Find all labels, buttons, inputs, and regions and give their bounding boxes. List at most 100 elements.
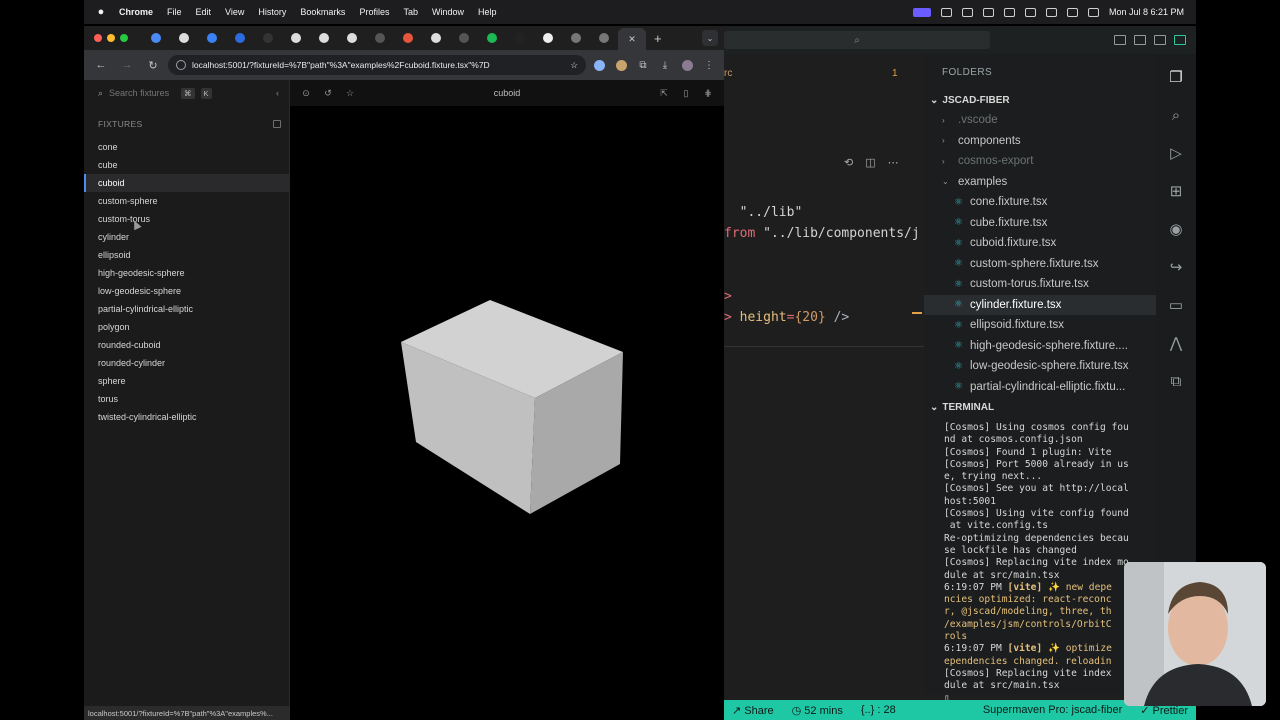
toggle-sidebar-icon[interactable]	[1114, 35, 1126, 45]
bracket-status[interactable]: {..} : 28	[861, 704, 896, 716]
tray-icon[interactable]	[961, 7, 973, 17]
extension-icon[interactable]	[612, 56, 630, 74]
new-tab-button[interactable]: +	[654, 31, 662, 46]
browser-tab[interactable]	[254, 29, 282, 47]
file-item[interactable]: ⚛ custom-torus.fixture.tsx	[924, 274, 1156, 295]
menu-view[interactable]: View	[218, 7, 251, 17]
file-item[interactable]: ⚛ cuboid.fixture.tsx	[924, 233, 1156, 254]
apple-icon[interactable]: ●	[90, 6, 112, 18]
command-center-search[interactable]: ⌕	[724, 31, 990, 49]
fixture-item-cube[interactable]: cube	[84, 156, 289, 174]
menubar-clock[interactable]: Mon Jul 8 6:21 PM	[1109, 7, 1184, 17]
fixture-item-cylinder[interactable]: cylinder	[84, 228, 289, 246]
file-item[interactable]: ⚛ high-geodesic-sphere.fixture....	[924, 336, 1156, 357]
screen-record-icon[interactable]	[912, 7, 931, 17]
toggle-panel-icon[interactable]	[1134, 35, 1146, 45]
fixture-item-partial-cylindrical-elliptic[interactable]: partial-cylindrical-elliptic	[84, 300, 289, 318]
browser-tab[interactable]	[422, 29, 450, 47]
fixture-item-twisted-cylindrical-elliptic[interactable]: twisted-cylindrical-elliptic	[84, 408, 289, 426]
battery-icon[interactable]	[1066, 7, 1078, 17]
address-bar[interactable]: localhost:5001/?fixtureId=%7B"path"%3A"e…	[168, 55, 586, 75]
chat-icon[interactable]: ▭	[1165, 294, 1187, 316]
bookmark-star-icon[interactable]: ☆	[570, 60, 578, 71]
fixture-item-rounded-cylinder[interactable]: rounded-cylinder	[84, 354, 289, 372]
open-external-icon[interactable]: ⇱	[656, 88, 672, 99]
run-debug-icon[interactable]: ▷	[1165, 142, 1187, 164]
search-icon[interactable]: ⌕	[1165, 104, 1187, 126]
bookmark-star-icon[interactable]: ☆	[342, 88, 358, 99]
remote-explorer-icon[interactable]: ⧉	[1165, 370, 1187, 392]
customize-layout-icon[interactable]	[1174, 35, 1186, 45]
collapse-all-icon[interactable]	[273, 120, 281, 128]
browser-tab[interactable]	[170, 29, 198, 47]
browser-tab[interactable]	[142, 29, 170, 47]
home-icon[interactable]: ⊙	[298, 88, 314, 99]
fixture-item-low-geodesic-sphere[interactable]: low-geodesic-sphere	[84, 282, 289, 300]
ai-assistant-icon[interactable]: ⋀	[1165, 332, 1187, 354]
3d-viewport[interactable]	[290, 106, 724, 720]
folder-item[interactable]: › components	[924, 131, 1156, 152]
browser-tab[interactable]	[478, 29, 506, 47]
menu-app-name[interactable]: Chrome	[112, 7, 160, 17]
folder-item[interactable]: ⌄ examples	[924, 172, 1156, 193]
folder-item[interactable]: › cosmos-export	[924, 151, 1156, 172]
root-folder[interactable]: ⌄ JSCAD-FIBER	[924, 90, 1156, 110]
menu-window[interactable]: Window	[425, 7, 471, 17]
extension-icon[interactable]	[590, 56, 608, 74]
reload-button[interactable]: ↻	[142, 54, 164, 76]
tray-icon[interactable]	[1024, 7, 1036, 17]
browser-tab[interactable]	[310, 29, 338, 47]
site-info-icon[interactable]	[176, 60, 186, 70]
file-item[interactable]: ⚛ partial-cylindrical-elliptic.fixtu...	[924, 377, 1156, 398]
file-item[interactable]: ⚛ low-geodesic-sphere.fixture.tsx	[924, 356, 1156, 377]
zoom-window-button[interactable]	[120, 34, 128, 42]
fixture-item-sphere[interactable]: sphere	[84, 372, 289, 390]
terminal-heading[interactable]: ⌄ TERMINAL	[924, 397, 1156, 417]
menu-help[interactable]: Help	[471, 7, 504, 17]
file-item[interactable]: ⚛ ellipsoid.fixture.tsx	[924, 315, 1156, 336]
browser-tab-active[interactable]: ✕	[618, 28, 646, 50]
github-icon[interactable]: ◉	[1165, 218, 1187, 240]
browser-tab[interactable]	[366, 29, 394, 47]
fixture-item-cone[interactable]: cone	[84, 138, 289, 156]
search-icon[interactable]	[1087, 7, 1099, 17]
browser-tab[interactable]	[450, 29, 478, 47]
code-editor[interactable]: rc 1 ⟲ ◫ ⋯ "../lib" from "../lib/componen…	[724, 54, 924, 694]
tray-icon[interactable]	[1003, 7, 1015, 17]
editor-tab-label[interactable]: rc	[724, 68, 732, 79]
address-bar-url[interactable]: localhost:5001/?fixtureId=%7B"path"%3A"e…	[192, 60, 564, 70]
split-editor-icon[interactable]: ◫	[865, 156, 875, 169]
collapse-sidebar-icon[interactable]: ‹	[276, 88, 279, 98]
browser-tab[interactable]	[282, 29, 310, 47]
browser-tab[interactable]	[226, 29, 254, 47]
live-share-status[interactable]: ↗ Share	[732, 704, 774, 717]
menu-edit[interactable]: Edit	[189, 7, 219, 17]
session-timer[interactable]: ◷ 52 mins	[792, 704, 843, 717]
explorer-icon[interactable]: ❐	[1165, 66, 1187, 88]
fixture-item-cuboid[interactable]: cuboid	[84, 174, 289, 192]
forward-button[interactable]: →	[116, 54, 138, 76]
browser-tab[interactable]	[198, 29, 226, 47]
tray-icon[interactable]	[940, 7, 952, 17]
menu-profiles[interactable]: Profiles	[352, 7, 396, 17]
supermaven-status[interactable]: Supermaven Pro: jscad-fiber	[983, 704, 1122, 716]
terminal-output[interactable]: [Cosmos] Using cosmos config fou nd at co…	[924, 417, 1156, 705]
file-item[interactable]: ⚛ cone.fixture.tsx	[924, 192, 1156, 213]
back-button[interactable]: ←	[90, 54, 112, 76]
browser-menu-icon[interactable]: ⋮	[700, 56, 718, 74]
responsive-preview-icon[interactable]: ▯	[678, 88, 694, 99]
file-item[interactable]: ⚛ cube.fixture.tsx	[924, 213, 1156, 234]
profile-avatar[interactable]	[678, 56, 696, 74]
browser-tab[interactable]	[394, 29, 422, 47]
download-icon[interactable]: ⤓	[656, 56, 674, 74]
tab-search-button[interactable]: ⌄	[702, 30, 718, 46]
extensions-icon[interactable]: ⊞	[1165, 180, 1187, 202]
close-window-button[interactable]	[94, 34, 102, 42]
browser-tab[interactable]	[534, 29, 562, 47]
reload-renderer-icon[interactable]: ↺	[320, 88, 336, 99]
menu-history[interactable]: History	[251, 7, 293, 17]
browser-tab[interactable]	[338, 29, 366, 47]
close-tab-icon[interactable]: ✕	[628, 34, 636, 45]
live-share-icon[interactable]: ↪	[1165, 256, 1187, 278]
fixture-item-torus[interactable]: torus	[84, 390, 289, 408]
